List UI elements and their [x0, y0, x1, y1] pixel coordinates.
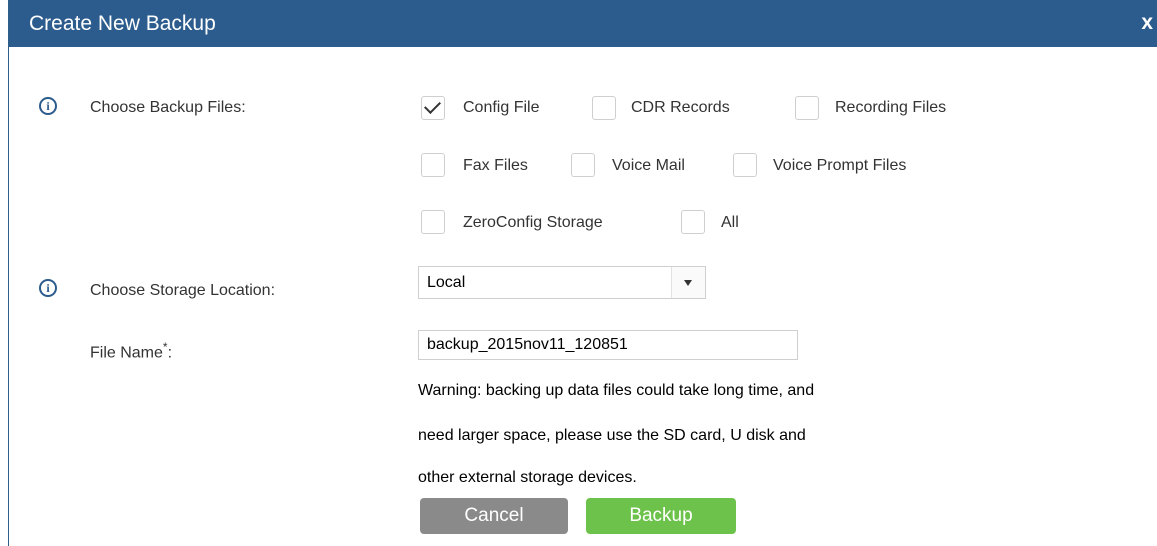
fax-files-checkbox[interactable] — [421, 153, 445, 177]
info-icon[interactable]: i — [39, 279, 57, 297]
dialog-titlebar: Create New Backup x — [9, 0, 1157, 47]
chevron-down-icon — [684, 280, 692, 286]
recording-files-label: Recording Files — [835, 99, 947, 116]
voice-prompt-files-checkbox[interactable] — [733, 153, 757, 177]
cdr-records-checkbox[interactable] — [592, 96, 616, 120]
storage-location-value: Local — [427, 274, 466, 291]
storage-location-label: Choose Storage Location: — [90, 282, 276, 299]
file-name-label: File Name*: — [90, 337, 172, 363]
cdr-records-label: CDR Records — [631, 99, 730, 116]
voice-prompt-files-label: Voice Prompt Files — [773, 157, 907, 174]
zeroconfig-storage-checkbox[interactable] — [421, 210, 445, 234]
all-label: All — [721, 214, 739, 231]
checkmark-icon — [424, 97, 441, 114]
close-button[interactable]: x — [1141, 12, 1153, 34]
config-file-checkbox[interactable] — [421, 96, 445, 120]
voice-mail-label: Voice Mail — [612, 157, 685, 174]
all-checkbox[interactable] — [681, 210, 705, 234]
warning-line-1: Warning: backing up data files could tak… — [418, 382, 815, 399]
create-backup-dialog: Create New Backup x i Choose Backup File… — [8, 0, 1157, 546]
dropdown-toggle[interactable] — [671, 267, 705, 298]
recording-files-checkbox[interactable] — [795, 96, 819, 120]
config-file-label: Config File — [463, 99, 540, 116]
cancel-button[interactable]: Cancel — [420, 498, 568, 534]
warning-line-3: other external storage devices. — [418, 469, 637, 486]
storage-location-select[interactable]: Local — [418, 266, 706, 299]
zeroconfig-storage-label: ZeroConfig Storage — [463, 214, 603, 231]
file-name-text: File Name — [90, 344, 163, 362]
info-icon[interactable]: i — [39, 97, 57, 115]
backup-button[interactable]: Backup — [586, 498, 736, 534]
dialog-title: Create New Backup — [29, 12, 216, 35]
file-name-colon: : — [167, 344, 173, 362]
voice-mail-checkbox[interactable] — [571, 153, 595, 177]
warning-line-2: need larger space, please use the SD car… — [418, 427, 806, 444]
fax-files-label: Fax Files — [463, 157, 528, 174]
file-name-input[interactable] — [418, 330, 798, 360]
backup-files-label: Choose Backup Files: — [90, 99, 246, 116]
